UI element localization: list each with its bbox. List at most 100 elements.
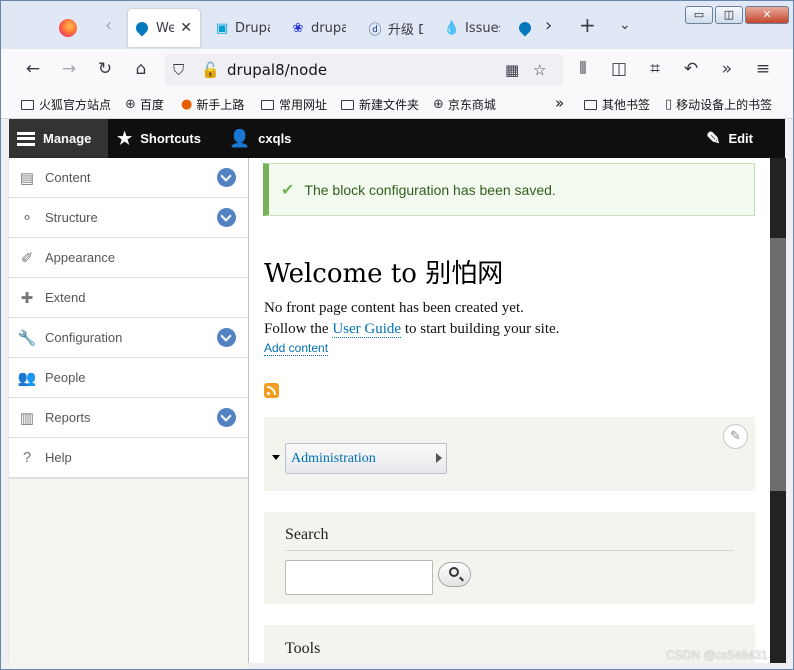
shield-icon[interactable]: ⛉ [173, 61, 184, 79]
bookmark-label: 新手上路 [196, 98, 245, 112]
tray-item-label: Reports [45, 410, 91, 425]
tray-item-content[interactable]: ▤ Content [9, 158, 248, 198]
toolbar-manage-label: Manage [43, 131, 92, 146]
firefox-view-icon[interactable] [59, 19, 77, 37]
tray-item-label: Help [45, 450, 72, 465]
close-tab-icon[interactable]: ✕ [180, 20, 192, 36]
tab-scroll-right-icon[interactable]: › [545, 15, 552, 36]
tray-item-configuration[interactable]: 🔧 Configuration [9, 318, 248, 358]
tray-item-structure[interactable]: ⚬ Structure [9, 198, 248, 238]
window-controls: ▭ ◫ ✕ [685, 6, 789, 24]
user-guide-link[interactable]: User Guide [332, 321, 402, 338]
undo-icon[interactable]: ↶ [679, 59, 703, 79]
expand-toggle-icon[interactable] [217, 208, 236, 227]
minimize-button[interactable]: ▭ [685, 6, 713, 24]
expand-toggle-icon[interactable] [217, 328, 236, 347]
forward-button[interactable]: → [57, 59, 81, 79]
tray-item-reports[interactable]: ▥ Reports [9, 398, 248, 438]
back-button[interactable]: ← [21, 59, 45, 79]
tray-item-label: Appearance [45, 250, 116, 265]
page-scrollbar[interactable] [770, 158, 786, 663]
menu-hamburger-icon[interactable]: ≡ [751, 59, 775, 79]
toolbar-manage-tab[interactable]: Manage [9, 119, 108, 158]
qr-code-icon[interactable]: ▦ [505, 61, 519, 79]
bookmarks-overflow-icon[interactable]: » [555, 94, 564, 112]
search-block: Search [264, 512, 755, 604]
tab-drupal-3[interactable] [511, 11, 537, 45]
toolbar-edit-tab[interactable]: ✎ Edit [698, 119, 761, 158]
toolbar-shortcuts-tab[interactable]: ★ Shortcuts [109, 119, 209, 158]
scrollbar-thumb[interactable] [770, 238, 786, 491]
folder-icon [584, 99, 597, 110]
expand-toggle-icon[interactable] [217, 168, 236, 187]
firefox-icon: ● [181, 97, 193, 112]
library-icon[interactable]: ⫴ [571, 59, 595, 79]
bookmark-star-icon[interactable]: ☆ [533, 61, 546, 79]
user-guide-prefix: Follow the [264, 321, 329, 337]
tab-issues[interactable]: 💧 Issues [436, 11, 508, 45]
bookmark-other[interactable]: 其他书签 [584, 96, 650, 113]
toolbar-user-tab[interactable]: 👤 cxqls [221, 119, 299, 158]
url-text[interactable]: drupal8/node [227, 61, 327, 79]
new-tab-button[interactable]: + [579, 13, 596, 37]
bookmark-label: 百度 [139, 98, 164, 112]
administration-label: Administration [291, 450, 376, 466]
home-button[interactable]: ⌂ [129, 59, 153, 79]
pencil-icon[interactable]: ✎ [723, 424, 748, 449]
folder-icon [261, 99, 274, 110]
user-guide-suffix: to start building your site. [404, 321, 560, 337]
tab-drupal-1[interactable]: ▣ Drupa [206, 11, 278, 45]
reload-button[interactable]: ↻ [93, 59, 117, 79]
tab-label: drupa [311, 20, 346, 36]
bookmark-baidu[interactable]: ⊕ 百度 [125, 96, 164, 113]
tray-item-label: Extend [45, 290, 86, 305]
drupal-icon [516, 19, 534, 37]
bookmark-getting-started[interactable]: ● 新手上路 [181, 96, 244, 113]
bookmark-label: 常用网址 [279, 98, 328, 112]
sidebar-icon[interactable]: ◫ [607, 59, 631, 79]
administration-menu-link[interactable]: Administration [285, 443, 447, 474]
tab-welcome[interactable]: We ✕ [128, 9, 200, 47]
search-button[interactable] [438, 562, 471, 587]
close-window-button[interactable]: ✕ [745, 6, 789, 24]
globe-icon: ⊕ [125, 97, 136, 112]
page-title: Welcome to 别怕网 [264, 259, 504, 289]
url-bar[interactable]: ⛉ 🔓 drupal8/node ▦ ☆ [165, 54, 563, 86]
bookmark-new-folder[interactable]: 新建文件夹 [341, 96, 419, 113]
search-input[interactable] [285, 560, 433, 595]
tab-drupal-2[interactable]: ❀ drupa [282, 11, 354, 45]
user-guide-line: Follow the User Guide to start building … [264, 321, 559, 338]
screenshot-crop-icon[interactable]: ⌗ [643, 59, 667, 79]
search-icon [449, 567, 459, 577]
collapse-triangle-icon[interactable] [272, 455, 280, 460]
tab-label: 升级 D [388, 22, 423, 38]
page-content: ✔ The block configuration has been saved… [249, 158, 770, 663]
add-content-link[interactable]: Add content [264, 341, 329, 356]
bookmark-common-sites[interactable]: 常用网址 [261, 96, 327, 113]
bilibili-icon: ▣ [215, 20, 229, 36]
bookmark-mobile[interactable]: ▯ 移动设备上的书签 [665, 96, 772, 113]
front-page-notice: No front page content has been created y… [264, 300, 524, 316]
tray-item-help[interactable]: ? Help [9, 438, 248, 478]
bookmark-jd[interactable]: ⊕ 京东商城 [433, 96, 496, 113]
list-tabs-chevron-down-icon[interactable]: ⌄ [619, 17, 631, 33]
search-block-title: Search [285, 526, 329, 543]
restore-button[interactable]: ◫ [715, 6, 743, 24]
tray-item-extend[interactable]: ✚ Extend [9, 278, 248, 318]
expand-toggle-icon[interactable] [217, 408, 236, 427]
tray-item-appearance[interactable]: ✐ Appearance [9, 238, 248, 278]
reports-icon: ▥ [19, 409, 35, 427]
bookmark-label: 火狐官方站点 [39, 98, 112, 112]
tab-label: Issues [465, 20, 500, 36]
bookmark-firefox-site[interactable]: 火狐官方站点 [21, 96, 111, 113]
overflow-chevrons-icon[interactable]: » [715, 59, 739, 79]
tab-upgrade[interactable]: ⓓ 升级 D [359, 11, 431, 45]
tab-scroll-left-icon[interactable]: ‹ [105, 15, 112, 36]
wrench-icon: 🔧 [17, 329, 37, 347]
tray-item-people[interactable]: 👥 People [9, 358, 248, 398]
rss-feed-icon[interactable] [264, 383, 279, 398]
drupal-icon: 💧 [443, 20, 461, 36]
insecure-lock-icon[interactable]: 🔓 [201, 61, 220, 79]
folder-icon [341, 99, 354, 110]
tray-item-label: Content [45, 170, 91, 185]
